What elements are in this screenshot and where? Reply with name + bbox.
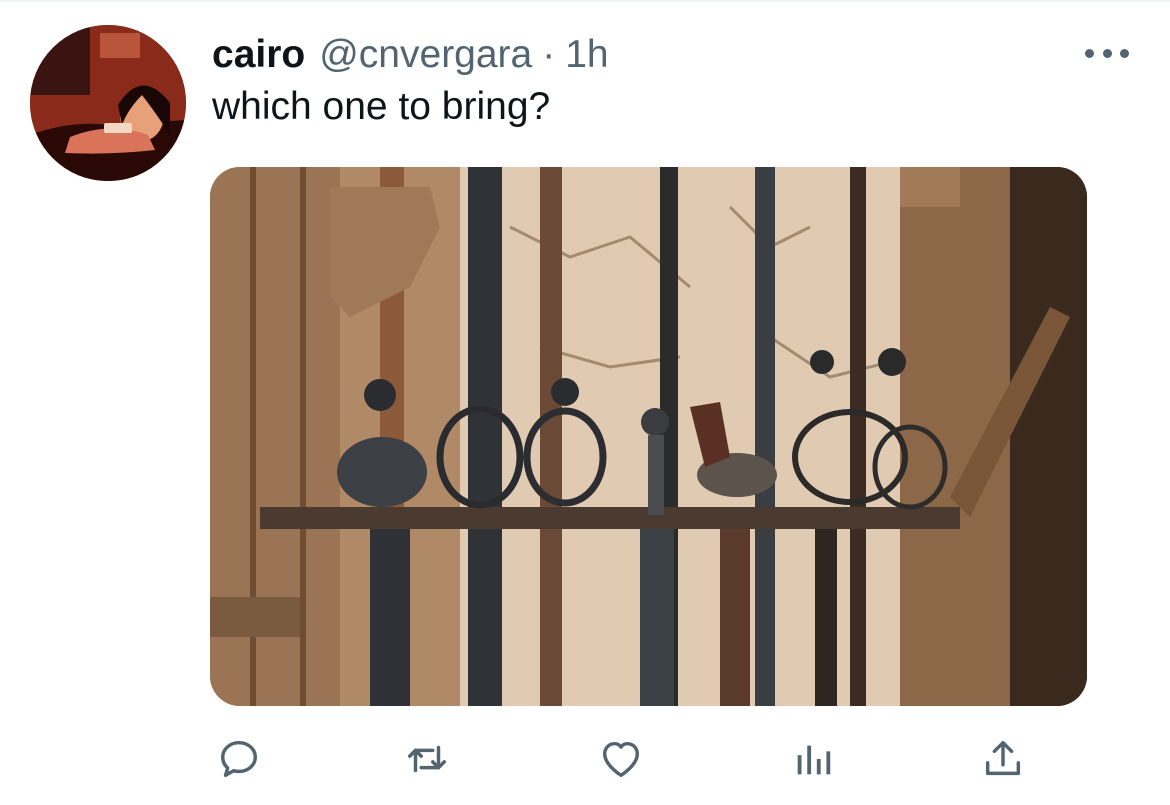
tweet-header: cairo @cnvergara · 1h <box>212 30 609 80</box>
avatar[interactable] <box>30 25 186 181</box>
display-name[interactable]: cairo <box>212 30 305 80</box>
top-divider <box>0 0 1170 2</box>
analytics-icon <box>797 745 831 775</box>
user-handle[interactable]: @cnvergara <box>319 30 532 80</box>
analytics-button[interactable] <box>787 733 839 785</box>
heart-icon <box>602 741 640 778</box>
like-button[interactable] <box>595 733 647 785</box>
retweet-icon <box>408 745 446 773</box>
reply-button[interactable] <box>213 733 265 785</box>
timestamp[interactable]: 1h <box>565 30 608 80</box>
separator-dot: · <box>542 33 556 76</box>
retweet-button[interactable] <box>401 733 453 785</box>
reply-icon <box>220 740 258 778</box>
photo-swords-on-rack-icon <box>210 167 1087 706</box>
tweet-text: which one to bring? <box>212 85 551 128</box>
tweet-media-image[interactable] <box>210 167 1087 706</box>
more-options-icon[interactable] <box>1085 38 1129 68</box>
share-icon <box>985 740 1021 776</box>
share-button[interactable] <box>977 733 1029 785</box>
